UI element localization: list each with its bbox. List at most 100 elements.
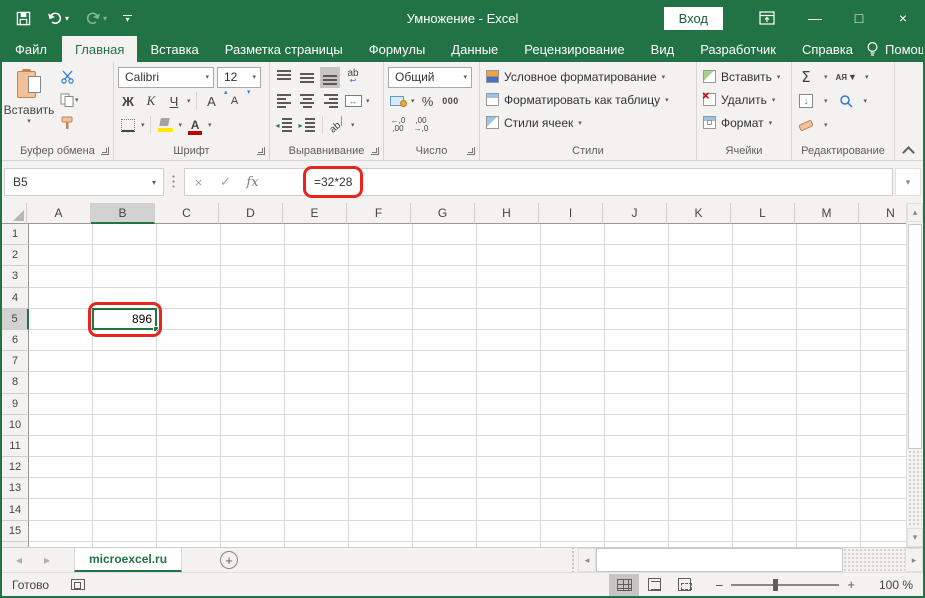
column-header-I[interactable]: I	[539, 203, 603, 224]
cell-J3[interactable]	[605, 266, 669, 288]
cell-D1[interactable]	[221, 224, 285, 246]
cell-I13[interactable]	[541, 478, 605, 500]
row-header-4[interactable]: 4	[2, 287, 29, 309]
cell-A4[interactable]	[29, 287, 93, 309]
autosum-button[interactable]: Σ	[796, 67, 816, 88]
cell-K3[interactable]	[669, 266, 733, 288]
cell-G4[interactable]	[413, 287, 477, 309]
name-box[interactable]: B5 ▾	[4, 168, 164, 196]
cell-F5[interactable]	[349, 308, 413, 330]
cell-J2[interactable]	[605, 245, 669, 267]
cell-C3[interactable]	[157, 266, 221, 288]
cell-B13[interactable]	[93, 478, 157, 500]
cell-A3[interactable]	[29, 266, 93, 288]
row-header-13[interactable]: 13	[2, 478, 29, 500]
cell-I7[interactable]	[541, 351, 605, 373]
tab-Разметка страницы[interactable]: Разметка страницы	[212, 36, 356, 62]
tab-Данные[interactable]: Данные	[438, 36, 511, 62]
font-color-caret[interactable]: ▾	[208, 121, 212, 129]
cell-C11[interactable]	[157, 435, 221, 458]
button-формат[interactable]: Формат ▾	[697, 111, 791, 134]
cell-L11[interactable]	[733, 435, 797, 458]
cell-F14[interactable]	[349, 499, 413, 521]
borders-button[interactable]	[118, 115, 138, 136]
cell-F15[interactable]	[349, 520, 413, 542]
cell-E13[interactable]	[285, 478, 349, 500]
align-bottom-button[interactable]	[320, 66, 340, 88]
cell-B7[interactable]	[93, 351, 157, 373]
cell-E1[interactable]	[285, 224, 349, 246]
paste-caret[interactable]: ▾	[27, 117, 31, 125]
align-top-button[interactable]	[274, 67, 294, 88]
cell-B14[interactable]	[93, 499, 157, 521]
name-box-caret[interactable]: ▾	[152, 178, 163, 187]
clear-caret[interactable]: ▾	[824, 121, 828, 129]
cell-I5[interactable]	[541, 308, 605, 330]
tab-Главная[interactable]: Главная	[61, 36, 138, 62]
cell-E6[interactable]	[285, 329, 349, 352]
cell-H5[interactable]	[477, 308, 541, 330]
cell-L10[interactable]	[733, 414, 797, 436]
sheet-tab-active[interactable]: microexcel.ru	[74, 548, 183, 572]
tab-Вид[interactable]: Вид	[638, 36, 688, 62]
ribbon-display-options-button[interactable]	[745, 0, 789, 36]
row-header-1[interactable]: 1	[2, 224, 29, 246]
cell-J6[interactable]	[605, 329, 669, 352]
button-удалить[interactable]: Удалить▾	[697, 88, 791, 111]
cell-M10[interactable]	[797, 414, 861, 436]
cell-C15[interactable]	[157, 520, 221, 542]
cancel-entry-button[interactable]: ×	[185, 175, 212, 190]
cell-F9[interactable]	[349, 393, 413, 415]
cell-H10[interactable]	[477, 414, 541, 436]
cell-K15[interactable]	[669, 520, 733, 542]
zoom-out-button[interactable]: −	[715, 577, 723, 593]
row-header-3[interactable]: 3	[2, 266, 29, 288]
column-header-J[interactable]: J	[603, 203, 667, 224]
cell-B4[interactable]	[93, 287, 157, 309]
cell-F2[interactable]	[349, 245, 413, 267]
orientation-caret[interactable]: ▾	[351, 121, 355, 129]
cell-J14[interactable]	[605, 499, 669, 521]
cell-M1[interactable]	[797, 224, 861, 246]
cell-I15[interactable]	[541, 520, 605, 542]
align-left-button[interactable]	[274, 91, 294, 112]
cell-K14[interactable]	[669, 499, 733, 521]
accounting-format-button[interactable]	[388, 91, 408, 112]
cell-H9[interactable]	[477, 393, 541, 415]
cell-M15[interactable]	[797, 520, 861, 542]
cell-I11[interactable]	[541, 435, 605, 458]
cell-E14[interactable]	[285, 499, 349, 521]
column-header-A[interactable]: A	[27, 203, 91, 224]
cell-M5[interactable]	[797, 308, 861, 330]
cell-F8[interactable]	[349, 372, 413, 394]
cell-G1[interactable]	[413, 224, 477, 246]
cell-F7[interactable]	[349, 351, 413, 373]
font-size-combo[interactable]: 12 ▾	[217, 66, 261, 88]
cell-E3[interactable]	[285, 266, 349, 288]
column-header-C[interactable]: C	[155, 203, 219, 224]
macro-record-button[interactable]	[71, 579, 86, 590]
cell-L5[interactable]	[733, 308, 797, 330]
cell-G10[interactable]	[413, 414, 477, 436]
formula-field[interactable]: × ✓ fx =32*28	[184, 166, 893, 198]
fill-color-button[interactable]	[156, 115, 176, 136]
new-sheet-button[interactable]: +	[220, 551, 239, 569]
fill-button[interactable]: ↓	[796, 91, 816, 112]
cell-A14[interactable]	[29, 499, 93, 521]
cell-J5[interactable]	[605, 308, 669, 330]
cell-C2[interactable]	[157, 245, 221, 267]
alignment-dialog-launcher[interactable]	[371, 147, 379, 155]
scrollbar-resize-handle[interactable]	[568, 548, 578, 572]
cell-D15[interactable]	[221, 520, 285, 542]
cell-F6[interactable]	[349, 329, 413, 352]
cell-B10[interactable]	[93, 414, 157, 436]
cell-K7[interactable]	[669, 351, 733, 373]
cell-I8[interactable]	[541, 372, 605, 394]
cell-A10[interactable]	[29, 414, 93, 436]
cell-M7[interactable]	[797, 351, 861, 373]
cell-L4[interactable]	[733, 287, 797, 309]
cell-M3[interactable]	[797, 266, 861, 288]
cell-D14[interactable]	[221, 499, 285, 521]
decrease-decimal-button[interactable]: ,00 →,0	[411, 115, 431, 136]
cell-L9[interactable]	[733, 393, 797, 415]
